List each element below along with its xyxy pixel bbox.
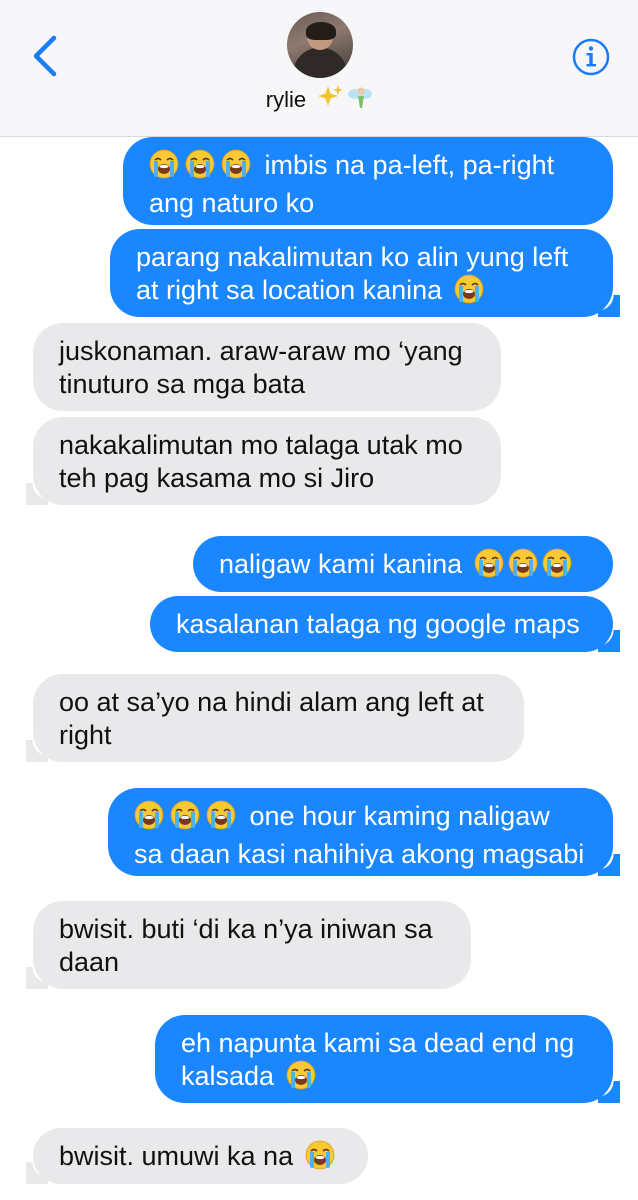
message-text: at right sa location kanina xyxy=(136,275,443,305)
sparkles-fairy-emoji xyxy=(318,85,373,115)
message-text: eh napunta kami sa dead end ng xyxy=(181,1028,575,1058)
loudly-crying-face-emoji xyxy=(508,548,538,586)
received-message-bubble[interactable]: bwisit. umuwi ka na xyxy=(26,1128,368,1184)
message-line: ang naturo ko xyxy=(149,187,587,220)
received-message-bubble[interactable]: bwisit. buti ‘di ka n’ya iniwan sa daan xyxy=(26,901,471,989)
message-text: tinuturo sa mga bata xyxy=(59,369,306,399)
message-line: kasalanan talaga ng google maps xyxy=(176,608,587,641)
loudly-crying-face-emoji xyxy=(305,1140,335,1178)
message-text: bwisit. umuwi ka na xyxy=(59,1141,294,1171)
loudly-crying-face-emoji xyxy=(474,548,504,586)
contact-name-label: rylie xyxy=(265,87,307,112)
message-line: at right sa location kanina xyxy=(136,274,587,312)
message-text: daan xyxy=(59,947,120,977)
loudly-crying-face-emoji xyxy=(185,149,215,187)
received-message-bubble[interactable]: juskonaman. araw-araw mo ‘yang tinuturo s… xyxy=(33,323,501,411)
info-button[interactable] xyxy=(572,38,610,76)
sent-message-bubble[interactable]: one hour kaming naligaw sa daan kasi nahi… xyxy=(108,788,620,876)
loudly-crying-face-emoji xyxy=(149,149,179,187)
loudly-crying-face-emoji xyxy=(170,800,200,838)
message-line: juskonaman. araw-araw mo ‘yang xyxy=(59,335,475,368)
message-line: kalsada xyxy=(181,1060,587,1098)
message-text: juskonaman. araw-araw mo ‘yang xyxy=(59,336,463,366)
received-message-bubble[interactable]: oo at sa’yo na hindi alam ang left at rig… xyxy=(26,674,524,762)
chevron-left-icon xyxy=(33,35,57,77)
back-button[interactable] xyxy=(28,34,62,78)
loudly-crying-face-emoji xyxy=(206,800,236,838)
message-line: nakakalimutan mo talaga utak mo xyxy=(59,429,475,462)
message-line: sa daan kasi nahihiya akong magsabi xyxy=(134,838,587,871)
received-message-bubble[interactable]: nakakalimutan mo talaga utak mo teh pag k… xyxy=(26,417,501,505)
message-text: oo at sa’yo na hindi alam ang left at xyxy=(59,687,484,717)
message-line: tinuturo sa mga bata xyxy=(59,368,475,401)
message-text: right xyxy=(59,720,112,750)
sent-message-bubble[interactable]: eh napunta kami sa dead end ng kalsada xyxy=(155,1015,620,1103)
message-text: sa daan kasi nahihiya akong magsabi xyxy=(134,839,585,869)
message-text: nakakalimutan mo talaga utak mo xyxy=(59,430,463,460)
info-icon xyxy=(572,38,610,76)
message-text: kalsada xyxy=(181,1061,275,1091)
contact-name[interactable]: rylie xyxy=(0,84,638,116)
loudly-crying-face-emoji xyxy=(454,274,484,312)
message-line: bwisit. buti ‘di ka n’ya iniwan sa xyxy=(59,913,445,946)
message-line: right xyxy=(59,719,498,752)
message-line: imbis na pa-left, pa-right xyxy=(149,149,587,187)
message-text: ang naturo ko xyxy=(149,188,315,218)
loudly-crying-face-emoji xyxy=(286,1060,316,1098)
message-line: bwisit. umuwi ka na xyxy=(59,1140,342,1178)
message-text: parang nakalimutan ko alin yung left xyxy=(136,242,569,272)
loudly-crying-face-emoji xyxy=(221,149,251,187)
sent-message-bubble[interactable]: kasalanan talaga ng google maps xyxy=(150,596,620,652)
loudly-crying-face-emoji xyxy=(542,548,572,586)
conversation-header: rylie xyxy=(0,0,638,137)
sent-message-bubble[interactable]: imbis na pa-left, pa-right ang naturo ko xyxy=(123,137,613,225)
message-line: daan xyxy=(59,946,445,979)
sent-message-bubble[interactable]: parang nakalimutan ko alin yung left at r… xyxy=(110,229,620,317)
message-line: oo at sa’yo na hindi alam ang left at xyxy=(59,686,498,719)
message-text: bwisit. buti ‘di ka n’ya iniwan sa xyxy=(59,914,433,944)
message-line: eh napunta kami sa dead end ng xyxy=(181,1027,587,1060)
message-line: one hour kaming naligaw xyxy=(134,800,587,838)
message-line: naligaw kami kanina xyxy=(219,548,587,586)
sent-message-bubble[interactable]: naligaw kami kanina xyxy=(193,536,613,592)
avatar[interactable] xyxy=(287,12,353,78)
message-text: one hour kaming naligaw xyxy=(249,801,550,831)
message-line: parang nakalimutan ko alin yung left xyxy=(136,241,587,274)
message-text: kasalanan talaga ng google maps xyxy=(176,609,580,639)
loudly-crying-face-emoji xyxy=(134,800,164,838)
message-text: naligaw kami kanina xyxy=(219,549,463,579)
message-line: teh pag kasama mo si Jiro xyxy=(59,462,475,495)
message-thread: imbis na pa-left, pa-right ang naturo ko p… xyxy=(0,137,638,1200)
message-text: teh pag kasama mo si Jiro xyxy=(59,463,375,493)
message-text: imbis na pa-left, pa-right xyxy=(264,150,555,180)
